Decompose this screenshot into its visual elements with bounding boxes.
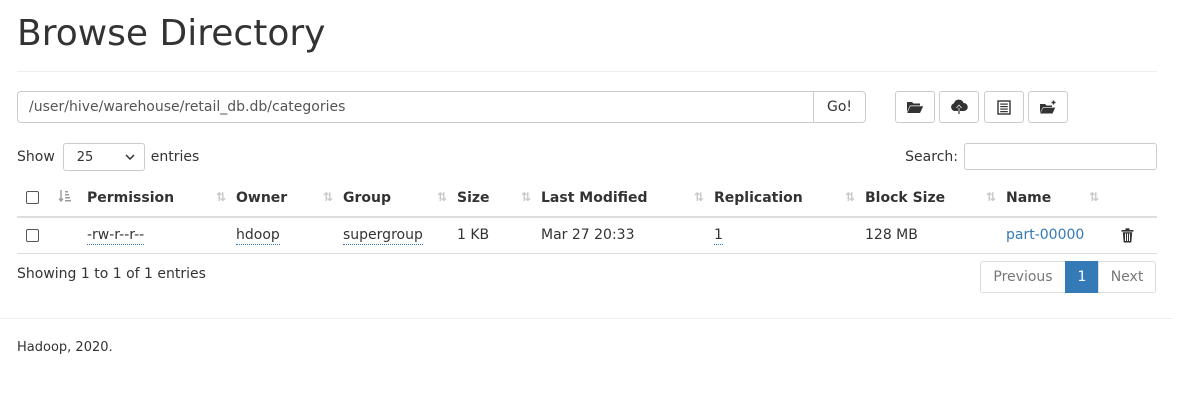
table-row: -rw-r--r-- hdoop supergroup 1 KB Mar 27 … — [17, 217, 1157, 254]
open-folder-button[interactable] — [895, 91, 935, 123]
column-header-owner[interactable]: Owner ⇅ — [236, 179, 343, 218]
directory-path-input[interactable] — [17, 91, 813, 123]
search-input[interactable] — [964, 143, 1157, 170]
column-header-permission[interactable]: Permission ⇅ — [87, 179, 236, 218]
owner-cell: hdoop — [236, 217, 343, 254]
sort-icon: ⇅ — [520, 190, 531, 204]
sort-icon: ⇅ — [436, 190, 447, 204]
search-label: Search: — [905, 148, 958, 165]
sort-column-header[interactable] — [50, 179, 87, 218]
actions-header — [1109, 179, 1157, 218]
last-modified-cell: Mar 27 20:33 — [541, 217, 714, 254]
upload-button[interactable] — [939, 91, 979, 123]
sort-icon: ⇅ — [322, 190, 333, 204]
column-label: Replication — [714, 189, 803, 206]
trash-icon[interactable] — [1121, 228, 1134, 243]
list-icon — [997, 99, 1011, 115]
column-header-name[interactable]: Name ⇅ — [1006, 179, 1109, 218]
new-folder-icon — [1040, 100, 1056, 114]
column-label: Owner — [236, 189, 288, 206]
actions-cell — [1109, 217, 1157, 254]
go-button[interactable]: Go! — [813, 91, 866, 123]
permission-value[interactable]: -rw-r--r-- — [87, 227, 145, 246]
column-label: Group — [343, 189, 392, 206]
search-control: Search: — [905, 143, 1157, 170]
entries-label: entries — [150, 149, 200, 165]
sort-icon: ⇅ — [844, 190, 855, 204]
page-length-control: Show 25 entries — [17, 143, 199, 171]
upload-icon — [951, 99, 968, 114]
table-info: Showing 1 to 1 of 1 entries — [17, 266, 206, 282]
row-spacer-cell — [50, 217, 87, 254]
chevron-down-icon — [125, 154, 135, 160]
replication-value[interactable]: 1 — [714, 227, 723, 246]
column-label: Last Modified — [541, 189, 648, 206]
show-label: Show — [17, 149, 55, 165]
table-header-row: Permission ⇅ Owner ⇅ Group ⇅ Size ⇅ Last… — [17, 179, 1157, 218]
column-label: Permission — [87, 189, 175, 206]
block-size-cell: 128 MB — [865, 217, 1006, 254]
permission-cell: -rw-r--r-- — [87, 217, 236, 254]
name-cell: part-00000 — [1006, 217, 1109, 254]
create-directory-button[interactable] — [1028, 91, 1068, 123]
sort-icon: ⇅ — [985, 190, 996, 204]
replication-cell: 1 — [714, 217, 865, 254]
title-divider — [17, 71, 1157, 72]
file-listing-table: Permission ⇅ Owner ⇅ Group ⇅ Size ⇅ Last… — [17, 179, 1157, 254]
previous-page-button[interactable]: Previous — [980, 261, 1066, 293]
next-page-button[interactable]: Next — [1098, 261, 1156, 293]
row-select-cell — [17, 217, 50, 254]
select-all-header — [17, 179, 50, 218]
column-header-size[interactable]: Size ⇅ — [457, 179, 541, 218]
column-header-group[interactable]: Group ⇅ — [343, 179, 457, 218]
pagination: Previous 1 Next — [980, 261, 1156, 293]
column-label: Block Size — [865, 189, 946, 206]
path-bar: Go! — [17, 91, 866, 123]
page-1-button[interactable]: 1 — [1065, 261, 1099, 293]
sort-icon: ⇅ — [693, 190, 704, 204]
page-title: Browse Directory — [17, 13, 326, 54]
entries-per-page-select[interactable]: 25 — [62, 143, 145, 171]
sort-amount-icon — [58, 189, 71, 202]
entries-per-page-value: 25 — [76, 149, 94, 165]
sort-icon: ⇅ — [1088, 190, 1099, 204]
file-name-link[interactable]: part-00000 — [1006, 227, 1084, 243]
folder-open-icon — [907, 102, 924, 113]
size-cell: 1 KB — [457, 217, 541, 254]
row-checkbox[interactable] — [26, 228, 39, 242]
column-label: Name — [1006, 189, 1052, 206]
footer-divider — [0, 318, 1173, 319]
group-value[interactable]: supergroup — [343, 227, 423, 246]
footer-text: Hadoop, 2020. — [17, 340, 113, 355]
column-header-replication[interactable]: Replication ⇅ — [714, 179, 865, 218]
list-view-button[interactable] — [984, 91, 1024, 123]
column-header-block-size[interactable]: Block Size ⇅ — [865, 179, 1006, 218]
browse-directory-page: Browse Directory Go! — [0, 0, 1193, 404]
column-label: Size — [457, 189, 490, 206]
owner-value[interactable]: hdoop — [236, 227, 280, 246]
select-all-checkbox[interactable] — [26, 191, 39, 204]
column-header-last-modified[interactable]: Last Modified ⇅ — [541, 179, 714, 218]
sort-icon: ⇅ — [215, 190, 226, 204]
group-cell: supergroup — [343, 217, 457, 254]
